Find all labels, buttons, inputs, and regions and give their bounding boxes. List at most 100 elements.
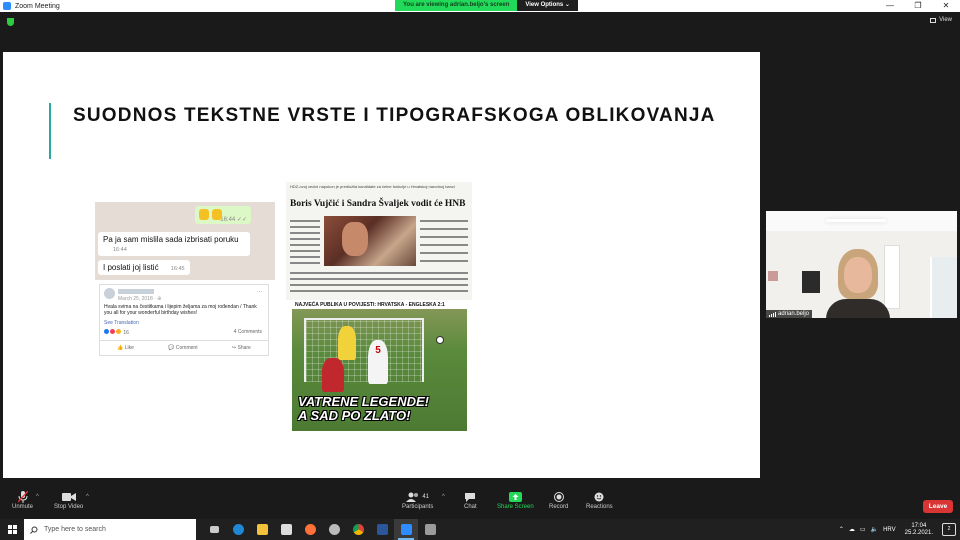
- clock-time: 17:04: [911, 522, 927, 529]
- football-caption: NAJVEĆA PUBLIKA U POVIJESTI: HRVATSKA - …: [292, 300, 467, 309]
- participants-icon: 41: [406, 490, 429, 504]
- browser-icon[interactable]: [322, 519, 346, 540]
- edge-icon[interactable]: [226, 519, 250, 540]
- audio-options-caret[interactable]: ^: [36, 494, 39, 500]
- football-ball-icon: [436, 336, 444, 344]
- thumbs-up-icon: [212, 209, 222, 220]
- wall-picture: [802, 271, 820, 293]
- file-explorer-icon[interactable]: [250, 519, 274, 540]
- grid-view-icon: [930, 17, 937, 23]
- text-column-line: [290, 250, 320, 252]
- participant-video-tile[interactable]: adrian.beljo: [766, 211, 957, 318]
- windows-logo-icon: [7, 525, 17, 534]
- stop-video-button[interactable]: Stop Video: [54, 490, 83, 510]
- volume-icon[interactable]: 🔈: [871, 526, 878, 533]
- app-glyph: [424, 524, 436, 535]
- app-glyph: [400, 524, 412, 535]
- minimize-button[interactable]: —: [876, 0, 904, 12]
- record-label: Record: [549, 504, 569, 510]
- photos-icon[interactable]: [418, 519, 442, 540]
- ceiling-lamp: [826, 219, 886, 222]
- like-reaction-icon: [104, 329, 109, 334]
- whatsapp-screenshot: 16:44 ✓✓ Pa ja sam mislila sada izbrisat…: [95, 202, 275, 280]
- cloud-icon[interactable]: ☁: [849, 526, 855, 533]
- task-view-icon[interactable]: [202, 519, 226, 540]
- view-options-button[interactable]: View Options ⌄: [517, 0, 578, 11]
- leave-button[interactable]: Leave: [923, 500, 953, 513]
- post-actions: 👍 Like 💬 Comment ↪ Share: [100, 340, 268, 351]
- newspaper-photo: [324, 216, 416, 266]
- app-glyph: [209, 526, 219, 533]
- meeting-area: View SUODNOS TEKSTNE VRSTE I TIPOGRAFSKO…: [0, 12, 960, 487]
- text-column-line: [420, 244, 468, 246]
- share-screen-button[interactable]: Share Screen: [497, 490, 534, 510]
- firefox-icon[interactable]: [298, 519, 322, 540]
- person-photo: [342, 222, 368, 256]
- app-glyph: [376, 524, 388, 535]
- start-button[interactable]: [0, 519, 24, 540]
- reactions-summary: 16: [104, 329, 129, 336]
- zoom-app-icon: [3, 2, 11, 10]
- video-camera-icon: [61, 490, 76, 504]
- app-glyph: [304, 524, 316, 535]
- security-shield-icon[interactable]: [7, 18, 14, 26]
- reactions-label: Reactions: [586, 504, 613, 510]
- text-column-line: [290, 238, 320, 240]
- zoom-taskbar-icon[interactable]: [394, 519, 418, 540]
- slogan-line: A SAD PO ZLATO!: [298, 408, 411, 423]
- football-frontpage: NAJVEĆA PUBLIKA U POVIJESTI: HRVATSKA - …: [292, 300, 467, 431]
- view-label: View: [939, 17, 952, 23]
- record-icon: [553, 490, 564, 504]
- view-button[interactable]: View: [930, 17, 952, 23]
- chat-message-time: 16:44: [113, 247, 127, 253]
- clock-date: 25.2.2021.: [904, 529, 933, 536]
- text-column-line: [290, 226, 320, 228]
- chat-label: Chat: [464, 504, 477, 510]
- chat-message: I poslati joj listić 16:45: [98, 260, 190, 275]
- unmute-label: Unmute: [12, 504, 34, 510]
- text-column-line: [290, 278, 468, 280]
- taskbar-apps: [202, 519, 442, 540]
- close-button[interactable]: ✕: [932, 0, 960, 12]
- input-language[interactable]: HRV: [883, 527, 896, 533]
- reactions-count: 16: [123, 330, 129, 336]
- store-icon[interactable]: [274, 519, 298, 540]
- participants-count: 41: [422, 494, 430, 500]
- signal-bars-icon: [769, 311, 776, 317]
- word-icon[interactable]: [370, 519, 394, 540]
- participants-label: Participants: [402, 504, 434, 510]
- network-icon[interactable]: ▭: [860, 526, 866, 533]
- chat-message-time: 16:45: [170, 266, 185, 272]
- text-column-line: [420, 236, 468, 238]
- body: [826, 299, 890, 318]
- participants-button[interactable]: 41 Participants: [402, 490, 433, 510]
- meeting-toolbar: Unmute ^ Stop Video ^ 41 Participants ^ …: [0, 487, 960, 519]
- chat-button[interactable]: Chat: [464, 490, 477, 510]
- participant-name: adrian.beljo: [778, 311, 810, 317]
- chevron-up-icon[interactable]: ⌃: [839, 526, 844, 533]
- unmute-button[interactable]: Unmute: [12, 490, 33, 510]
- maximize-button[interactable]: ❐: [904, 0, 932, 12]
- search-placeholder: Type here to search: [44, 526, 106, 533]
- text-column-line: [290, 232, 320, 234]
- emoji-time: 16:44 ✓✓: [220, 217, 247, 223]
- taskbar-search-input[interactable]: Type here to search: [24, 519, 196, 540]
- chrome-icon[interactable]: [346, 519, 370, 540]
- reactions-button[interactable]: Reactions: [586, 490, 613, 510]
- participant-person: [826, 249, 890, 318]
- participants-options-caret[interactable]: ^: [442, 494, 445, 500]
- slogan-line: VATRENE LEGENDE!: [298, 394, 429, 409]
- app-glyph: [280, 524, 292, 535]
- avatar: [104, 288, 115, 299]
- chat-message-text: Pa ja sam mislila sada izbrisati poruku: [103, 235, 239, 244]
- more-options-icon: ···: [257, 289, 262, 295]
- microphone-muted-icon: [17, 490, 28, 504]
- record-button[interactable]: Record: [549, 490, 568, 510]
- text-column-line: [420, 260, 468, 262]
- taskbar-clock[interactable]: 17:04 25.2.2021.: [905, 523, 933, 537]
- video-options-caret[interactable]: ^: [86, 494, 89, 500]
- notification-center-icon[interactable]: 2: [942, 523, 956, 536]
- text-column-line: [290, 244, 320, 246]
- text-column-line: [290, 272, 468, 274]
- thumbs-up-icon: [199, 209, 209, 220]
